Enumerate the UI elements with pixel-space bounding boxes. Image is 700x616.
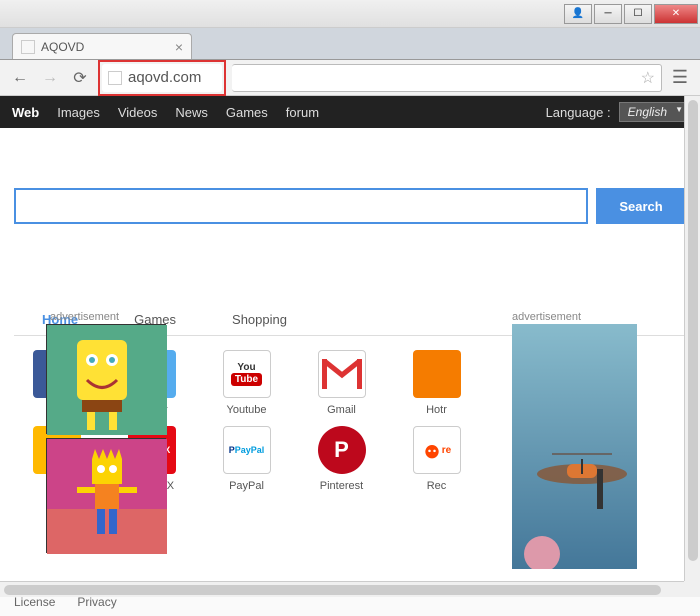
address-text: aqovd.com — [128, 69, 216, 86]
subtab-shopping[interactable]: Shopping — [204, 304, 315, 335]
youtube-icon: You Tube — [223, 350, 271, 398]
tile-label: Gmail — [327, 404, 356, 416]
close-window-button[interactable]: ✕ — [654, 4, 698, 24]
footer-privacy[interactable]: Privacy — [77, 595, 116, 609]
minimize-button[interactable]: ─ — [594, 4, 622, 24]
page-favicon — [108, 71, 122, 85]
page-content: Search advertisement advertisement Home … — [0, 128, 700, 588]
tile-label: Youtube — [227, 404, 267, 416]
horizontal-scrollbar[interactable] — [0, 581, 684, 597]
ad-label-left: advertisement — [50, 311, 119, 323]
tab-bar: AQOVD × — [0, 28, 700, 60]
pinterest-icon: P — [318, 426, 366, 474]
gmail-icon — [318, 350, 366, 398]
tile-label: Rec — [427, 480, 447, 492]
paypal-icon: P PayPal — [223, 426, 271, 474]
maximize-button[interactable]: ☐ — [624, 4, 652, 24]
file-icon — [21, 40, 35, 54]
nav-web[interactable]: Web — [12, 105, 39, 120]
ad-overlay-sidebanner[interactable]: askmebazaar ⓘ ▷ — [512, 324, 637, 569]
footer-license[interactable]: License — [14, 595, 55, 609]
ad-label-right: advertisement — [512, 311, 581, 323]
tile-hotmail[interactable]: Hotr — [394, 350, 479, 416]
back-button[interactable]: ← — [8, 66, 32, 90]
nav-games[interactable]: Games — [226, 105, 268, 120]
nav-images[interactable]: Images — [57, 105, 100, 120]
tile-youtube[interactable]: You Tube Youtube — [204, 350, 289, 416]
forward-button[interactable]: → — [38, 66, 62, 90]
tile-gmail[interactable]: Gmail — [299, 350, 384, 416]
search-input[interactable] — [14, 188, 588, 224]
hotmail-icon — [413, 350, 461, 398]
browser-tab[interactable]: AQOVD × — [12, 33, 192, 59]
tile-paypal[interactable]: P PayPal PayPal — [204, 426, 289, 492]
tile-pinterest[interactable]: P Pinterest — [299, 426, 384, 492]
site-primary-nav: Web Images Videos News Games forum Langu… — [0, 96, 700, 128]
tab-title: AQOVD — [41, 40, 84, 54]
tile-label: PayPal — [229, 480, 264, 492]
language-select[interactable]: English — [619, 102, 688, 122]
scrollbar-corner — [684, 581, 700, 597]
hamburger-menu-button[interactable]: ☰ — [668, 66, 692, 90]
tile-label: Pinterest — [320, 480, 363, 492]
vertical-scrollbar[interactable] — [684, 96, 700, 581]
search-button[interactable]: Search — [596, 188, 686, 224]
address-bar[interactable]: aqovd.com — [102, 64, 222, 92]
reddit-icon: re — [413, 426, 461, 474]
ad-overlay-bart[interactable] — [46, 438, 166, 553]
tile-label: Hotr — [426, 404, 447, 416]
tile-reddit[interactable]: re Rec — [394, 426, 479, 492]
ad-overlay-spongebob[interactable] — [46, 324, 166, 434]
browser-toolbar: ← → ⟳ aqovd.com ☆ ☰ — [0, 60, 700, 96]
nav-news[interactable]: News — [175, 105, 208, 120]
nav-videos[interactable]: Videos — [118, 105, 158, 120]
nav-forum[interactable]: forum — [286, 105, 319, 120]
window-titlebar: 👤 ─ ☐ ✕ — [0, 0, 700, 28]
address-bar-remainder[interactable]: ☆ — [232, 64, 662, 92]
reload-button[interactable]: ⟳ — [68, 66, 92, 90]
close-tab-icon[interactable]: × — [175, 39, 183, 55]
bookmark-star-icon[interactable]: ☆ — [641, 68, 655, 88]
language-value: English — [628, 105, 667, 119]
language-label: Language : — [546, 105, 611, 120]
address-highlight: aqovd.com — [98, 60, 226, 96]
user-button[interactable]: 👤 — [564, 4, 592, 24]
